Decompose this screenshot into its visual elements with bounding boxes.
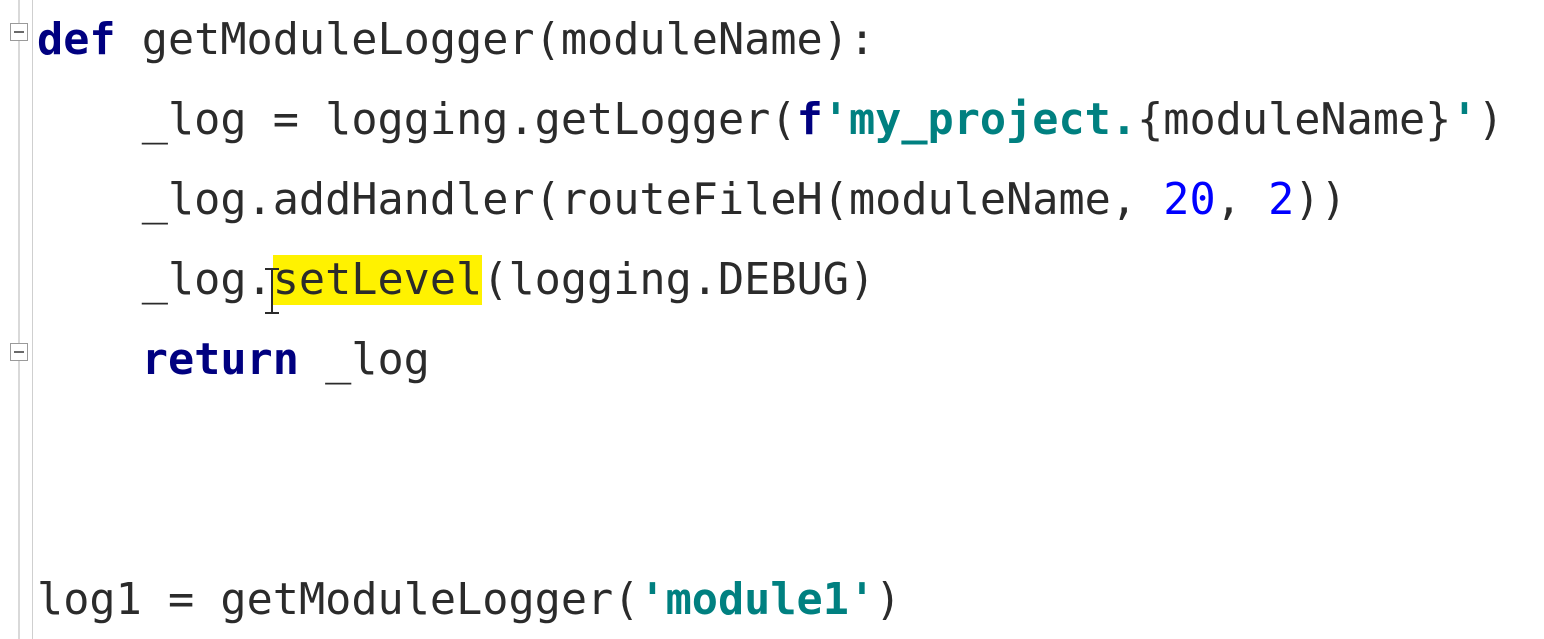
- editor-gutter: [0, 0, 33, 639]
- code-token: DEBUG: [718, 255, 849, 305]
- code-token: (: [613, 575, 639, 625]
- code-token: (: [535, 15, 561, 65]
- code-token: addHandler: [273, 175, 535, 225]
- highlighted-token: setLevel: [273, 255, 483, 305]
- code-token: f: [797, 95, 823, 145]
- code-token: moduleName: [1163, 95, 1425, 145]
- code-token: logging: [325, 95, 508, 145]
- code-token: ): [849, 255, 875, 305]
- code-token: (: [770, 95, 796, 145]
- string-token: 'my_project.: [823, 95, 1137, 145]
- code-token: .: [508, 95, 534, 145]
- code-token: }: [1425, 95, 1451, 145]
- code-token: logging: [508, 255, 691, 305]
- code-token: moduleName: [849, 175, 1111, 225]
- gutter-fold-track: [18, 0, 20, 639]
- code-token: log1: [37, 575, 142, 625]
- code-token: {: [1137, 95, 1163, 145]
- keyword-token: def: [37, 15, 116, 65]
- code-token: _log: [142, 255, 247, 305]
- code-token: ): [1294, 175, 1320, 225]
- string-token: ': [1451, 95, 1477, 145]
- code-token: _log: [142, 95, 247, 145]
- code-token: .: [692, 255, 718, 305]
- code-token: =: [168, 575, 194, 625]
- code-area[interactable]: def getModuleLogger(moduleName): _log = …: [33, 0, 1544, 639]
- code-token: .: [247, 175, 273, 225]
- code-token: .: [247, 255, 273, 305]
- code-token: =: [273, 95, 299, 145]
- code-token: getLogger: [535, 95, 771, 145]
- number-token: 2: [1268, 175, 1294, 225]
- code-token: ,: [1111, 175, 1137, 225]
- code-token: _log: [325, 335, 430, 385]
- code-token: (: [482, 255, 508, 305]
- code-token: getModuleLogger: [220, 575, 613, 625]
- code-token: routeFileH: [561, 175, 823, 225]
- code-token: ): [1320, 175, 1346, 225]
- text-caret-icon: [271, 268, 273, 314]
- code-token: (: [535, 175, 561, 225]
- code-token: moduleName: [561, 15, 823, 65]
- fold-toggle-icon[interactable]: [10, 343, 28, 361]
- code-text[interactable]: def getModuleLogger(moduleName): _log = …: [37, 0, 1544, 639]
- code-editor[interactable]: def getModuleLogger(moduleName): _log = …: [0, 0, 1544, 639]
- keyword-token: return: [142, 335, 299, 385]
- code-token: _log: [142, 175, 247, 225]
- code-token: ): [823, 15, 849, 65]
- code-token: ): [1478, 95, 1504, 145]
- fold-toggle-icon[interactable]: [10, 23, 28, 41]
- code-token: (: [823, 175, 849, 225]
- code-token: ): [875, 575, 901, 625]
- string-token: 'module1': [639, 575, 875, 625]
- code-token: getModuleLogger: [142, 15, 535, 65]
- code-token: :: [849, 15, 875, 65]
- code-token: ,: [1216, 175, 1242, 225]
- number-token: 20: [1163, 175, 1215, 225]
